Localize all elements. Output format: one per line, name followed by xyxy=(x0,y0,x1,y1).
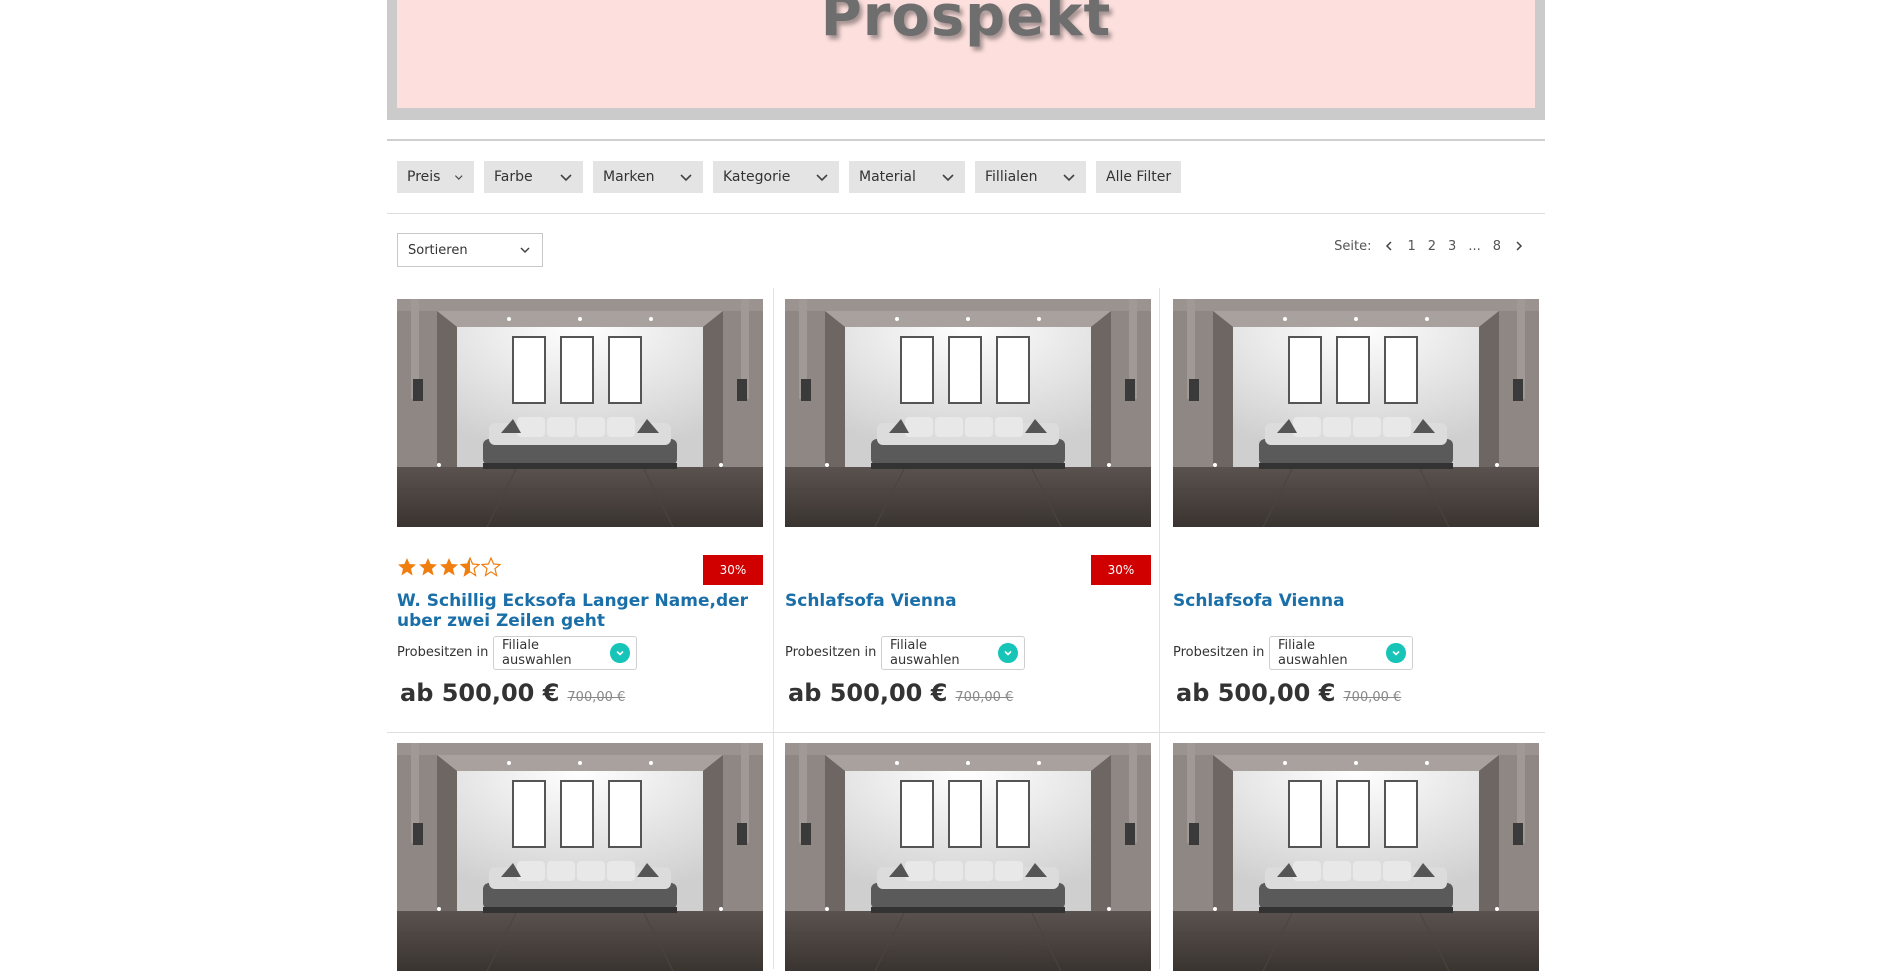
filter-fillialen[interactable]: Fillialen xyxy=(975,161,1086,193)
filter-farbe[interactable]: Farbe xyxy=(484,161,583,193)
store-select-label: Filiale auswahlen xyxy=(502,638,572,668)
filter-label: Material xyxy=(859,169,916,185)
store-select[interactable]: Filiale auswahlen xyxy=(881,636,1025,670)
sort-label: Sortieren xyxy=(408,242,468,258)
pagination: Seite: 1 2 3 ... 8 xyxy=(1334,236,1525,256)
page-link[interactable]: 2 xyxy=(1428,239,1436,254)
product-card: Schlafsofa Vienna Probesitzen in Filiale… xyxy=(1173,299,1539,719)
chevron-down-circle-icon xyxy=(610,643,630,663)
chevron-down-circle-icon xyxy=(1386,643,1406,663)
probesitzen-label: Probesitzen in xyxy=(397,645,489,660)
chevron-down-icon xyxy=(455,175,464,180)
star-full-icon xyxy=(398,558,416,576)
filter-preis[interactable]: Preis xyxy=(397,161,474,193)
pagination-label: Seite: xyxy=(1334,238,1372,254)
price-current: ab 500,00 € xyxy=(788,679,948,707)
product-title[interactable]: Schlafsofa Vienna xyxy=(785,591,1151,611)
filter-material[interactable]: Material xyxy=(849,161,965,193)
discount-badge: 30% xyxy=(1091,555,1151,585)
filter-label: Farbe xyxy=(494,169,533,185)
discount-badge: 30% xyxy=(703,555,763,585)
sofa-room-image xyxy=(397,743,763,971)
divider xyxy=(387,139,1545,141)
grid-divider xyxy=(773,288,774,969)
chevron-down-icon xyxy=(680,174,692,182)
hero-title: Prospekt xyxy=(820,0,1112,49)
price-current: ab 500,00 € xyxy=(1176,679,1336,707)
page-ellipsis: ... xyxy=(1468,238,1481,254)
probesitzen-label: Probesitzen in xyxy=(1173,645,1265,660)
chevron-down-icon xyxy=(942,174,954,182)
chevron-down-icon xyxy=(816,174,828,182)
store-select-label: Filiale auswahlen xyxy=(1278,638,1348,668)
price-old: 700,00 € xyxy=(567,690,626,705)
filter-label: Kategorie xyxy=(723,169,791,185)
filter-label: Preis xyxy=(407,169,441,185)
product-card xyxy=(785,743,1151,971)
product-title[interactable]: W. Schillig Ecksofa Langer Name,der uber… xyxy=(397,591,763,631)
row-divider xyxy=(387,732,1545,733)
sofa-room-image xyxy=(397,299,763,527)
product-image[interactable] xyxy=(1173,299,1539,527)
chevron-down-circle-icon xyxy=(998,643,1018,663)
price-block: ab 500,00 € 700,00 € xyxy=(788,679,1013,707)
product-image[interactable] xyxy=(1173,743,1539,971)
sofa-room-image xyxy=(1173,743,1539,971)
filter-bar: Preis Farbe Marken Kategorie Material Fi… xyxy=(397,161,1182,193)
price-block: ab 500,00 € 700,00 € xyxy=(400,679,625,707)
product-card: 30% W. Schillig Ecksofa Langer Name,der … xyxy=(397,299,763,719)
hero-banner-frame: Prospekt xyxy=(387,0,1545,120)
page: Prospekt Preis Farbe Marken Kategorie Ma… xyxy=(0,0,1903,971)
divider xyxy=(387,213,1545,214)
sofa-room-image xyxy=(1173,299,1539,527)
chevron-down-icon xyxy=(560,174,572,182)
star-empty-icon xyxy=(481,557,501,577)
price-old: 700,00 € xyxy=(1343,690,1402,705)
star-half-icon xyxy=(460,557,480,577)
store-select[interactable]: Filiale auswahlen xyxy=(493,636,637,670)
sort-select[interactable]: Sortieren xyxy=(397,233,543,267)
page-link[interactable]: 8 xyxy=(1493,239,1501,254)
star-full-icon xyxy=(419,558,437,576)
product-image[interactable] xyxy=(785,743,1151,971)
filter-label: Fillialen xyxy=(985,169,1038,185)
chevron-down-icon xyxy=(520,247,530,254)
product-image[interactable] xyxy=(397,299,763,527)
content-container: Prospekt Preis Farbe Marken Kategorie Ma… xyxy=(387,0,1545,971)
star-full-icon xyxy=(440,558,458,576)
store-select-label: Filiale auswahlen xyxy=(890,638,960,668)
store-select[interactable]: Filiale auswahlen xyxy=(1269,636,1413,670)
all-filters-button[interactable]: Alle Filter xyxy=(1096,161,1182,193)
filter-kategorie[interactable]: Kategorie xyxy=(713,161,839,193)
product-image[interactable] xyxy=(397,743,763,971)
chevron-left-icon[interactable] xyxy=(1383,240,1395,252)
price-current: ab 500,00 € xyxy=(400,679,560,707)
grid-divider xyxy=(1159,288,1160,969)
sofa-room-image xyxy=(785,299,1151,527)
product-card xyxy=(1173,743,1539,971)
price-block: ab 500,00 € 700,00 € xyxy=(1176,679,1401,707)
page-link[interactable]: 3 xyxy=(1448,239,1456,254)
page-link[interactable]: 1 xyxy=(1407,239,1415,254)
price-old: 700,00 € xyxy=(955,690,1014,705)
product-image[interactable] xyxy=(785,299,1151,527)
probesitzen-label: Probesitzen in xyxy=(785,645,877,660)
chevron-down-icon xyxy=(1063,174,1075,182)
filter-marken[interactable]: Marken xyxy=(593,161,703,193)
hero-banner[interactable]: Prospekt xyxy=(397,0,1535,108)
sofa-room-image xyxy=(785,743,1151,971)
rating-stars xyxy=(397,557,501,577)
chevron-right-icon[interactable] xyxy=(1513,240,1525,252)
product-card xyxy=(397,743,763,971)
product-card: 30% Schlafsofa Vienna Probesitzen in Fil… xyxy=(785,299,1151,719)
filter-label: Marken xyxy=(603,169,655,185)
product-title[interactable]: Schlafsofa Vienna xyxy=(1173,591,1539,611)
